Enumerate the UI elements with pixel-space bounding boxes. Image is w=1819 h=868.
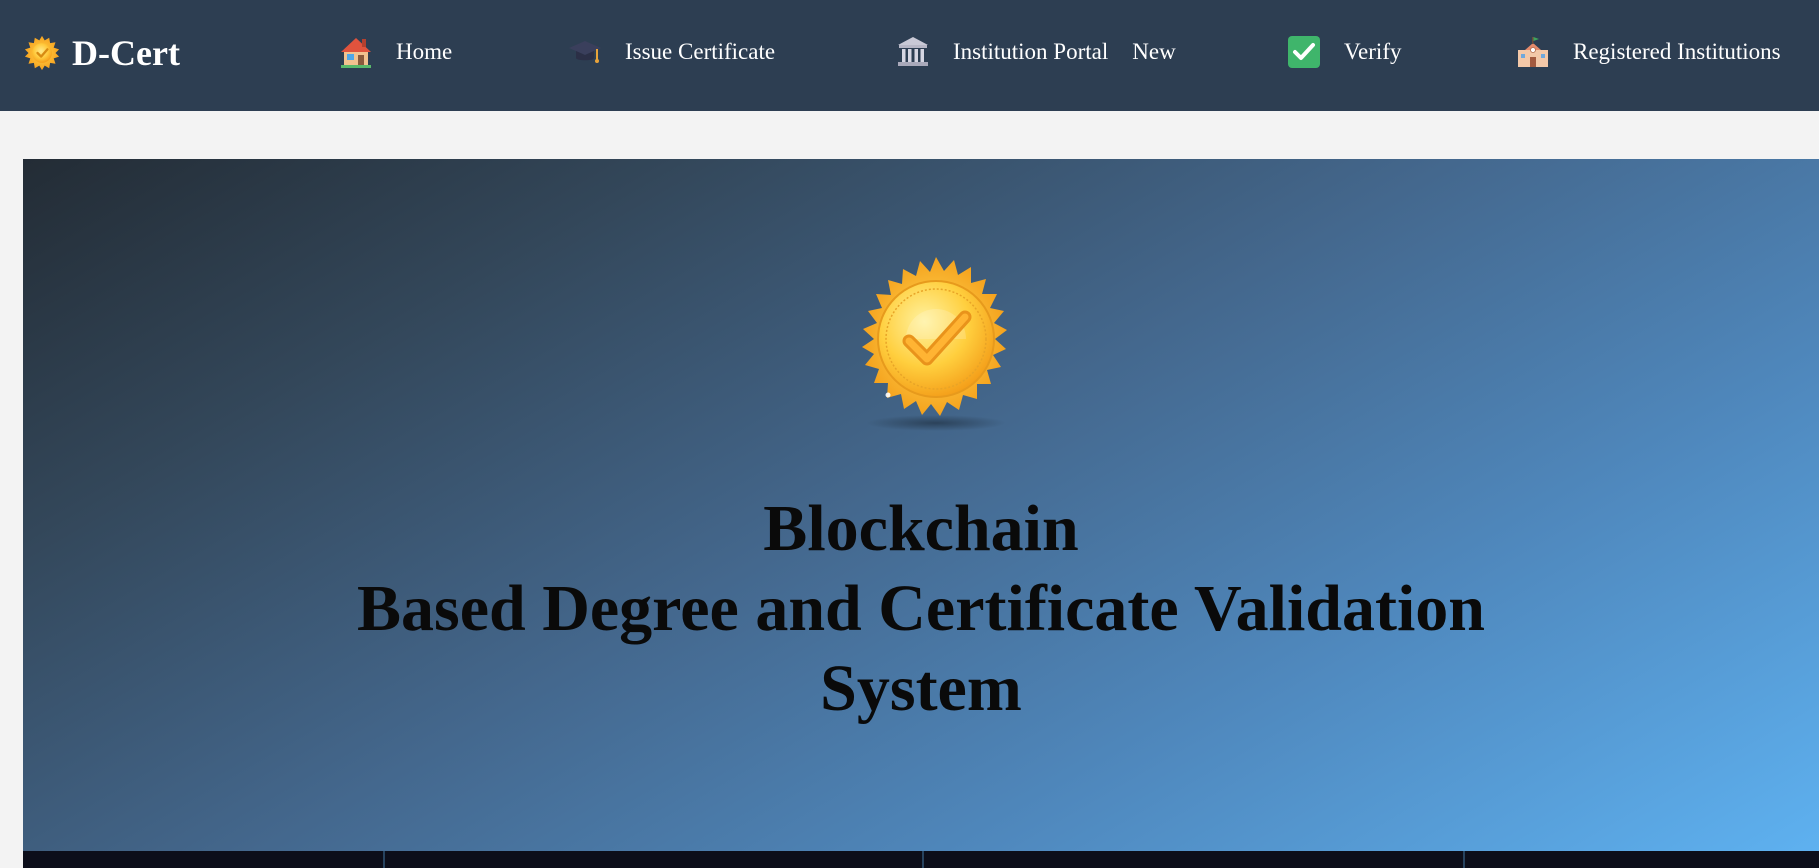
hero-title-line-1: Blockchain — [763, 492, 1079, 565]
brand-link[interactable]: D-Cert — [24, 30, 180, 76]
bottom-section-strip — [23, 851, 1819, 868]
nav-verify[interactable]: Verify — [1286, 34, 1401, 70]
strip-divider — [922, 851, 924, 868]
gold-seal-checkmark-icon — [862, 257, 1007, 431]
top-navbar: D-Cert Home Issue Certificate Institutio… — [0, 0, 1819, 111]
check-mark-icon — [1288, 36, 1320, 68]
nav-institution-portal[interactable]: Institution Portal New — [895, 34, 1176, 70]
nav-issue-certificate[interactable]: Issue Certificate — [567, 34, 775, 70]
hero-banner: Blockchain Based Degree and Certificate … — [23, 159, 1819, 851]
nav-institution-portal-label: Institution Portal — [953, 39, 1109, 64]
new-badge: New — [1132, 39, 1176, 64]
hero-title-line-2: Based Degree and Certificate Validation — [356, 572, 1486, 645]
classical-building-icon — [898, 37, 928, 66]
nav-registered-institutions-label: Registered Institutions — [1573, 39, 1781, 64]
brand-name: D-Cert — [72, 33, 180, 73]
house-icon — [341, 38, 371, 68]
gold-seal-icon — [24, 35, 60, 71]
nav-home[interactable]: Home — [338, 34, 452, 70]
graduation-cap-icon — [569, 41, 601, 63]
nav-registered-institutions[interactable]: Registered Institutions — [1515, 34, 1781, 70]
hero-title-line-3: System — [820, 652, 1022, 725]
school-icon — [1518, 37, 1548, 67]
nav-home-label: Home — [396, 39, 453, 64]
nav-verify-label: Verify — [1344, 39, 1402, 64]
strip-divider — [383, 851, 385, 868]
nav-issue-certificate-label: Issue Certificate — [625, 39, 776, 64]
hero-title: Blockchain Based Degree and Certificate … — [23, 489, 1819, 729]
strip-divider — [1463, 851, 1465, 868]
